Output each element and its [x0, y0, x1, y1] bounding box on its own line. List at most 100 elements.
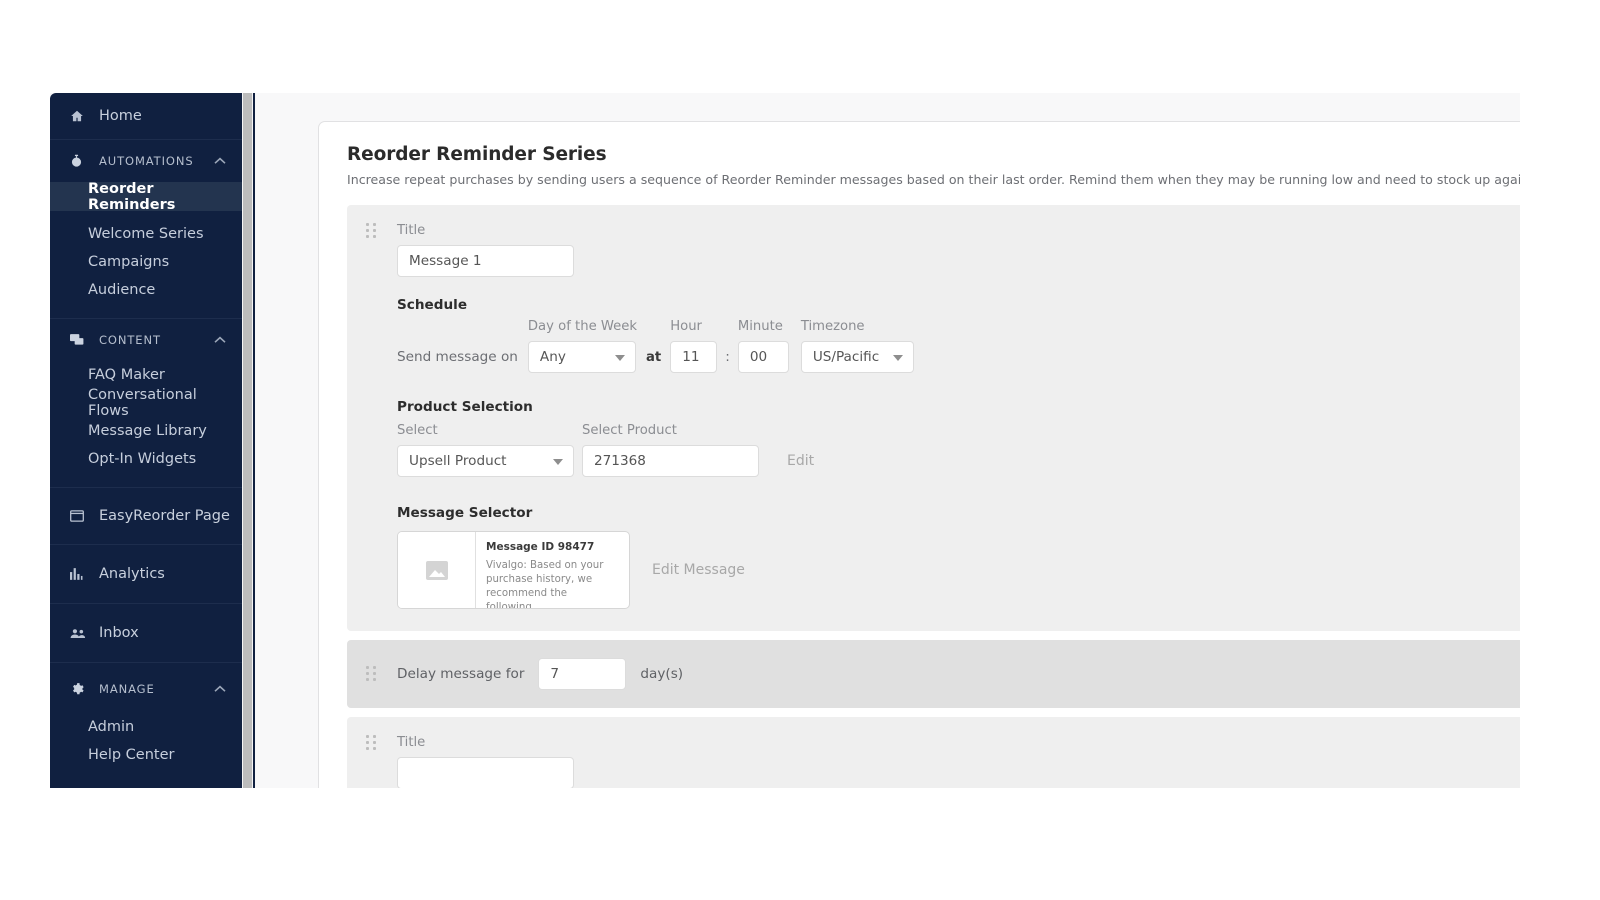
drag-handle-icon[interactable]	[366, 735, 377, 750]
product-selection-group: Product Selection Select Upsell Product	[397, 399, 1520, 477]
schedule-colon: :	[725, 349, 730, 373]
sidebar-item-easyreorder-page[interactable]: EasyReorder Page	[50, 488, 242, 544]
timezone-group: Timezone US/Pacific	[801, 319, 914, 373]
title-label: Title	[397, 223, 1520, 238]
home-icon	[70, 109, 90, 123]
sidebar-item-reorder-reminders[interactable]: Reorder Reminders	[50, 182, 242, 211]
chevron-up-icon	[214, 685, 226, 693]
select-product-label: Select Product	[582, 423, 759, 438]
message-thumbnail	[398, 532, 476, 608]
chevron-up-icon	[214, 157, 226, 165]
sidebar-item-easyreorder-page-label: EasyReorder Page	[99, 508, 230, 524]
sidebar-item-admin[interactable]: Admin	[50, 713, 242, 741]
sidebar-item-analytics[interactable]: Analytics	[50, 545, 242, 603]
message-preview-card[interactable]: Message ID 98477 Vivalgo: Based on your …	[397, 531, 630, 609]
app-stage: Home AUTOMATIONS Reorder Reminders	[50, 93, 1520, 788]
hour-input[interactable]	[670, 341, 717, 373]
edit-product-button[interactable]: Edit	[787, 453, 814, 469]
sidebar-item-admin-label: Admin	[88, 719, 134, 735]
minute-label: Minute	[738, 319, 789, 334]
page-subtitle: Increase repeat purchases by sending use…	[347, 172, 1520, 187]
sidebar-section-home: Home	[50, 93, 242, 140]
sidebar-item-faq-maker-label: FAQ Maker	[88, 367, 165, 383]
sidebar-scrollbar-thumb[interactable]	[243, 93, 252, 788]
schedule-prefix-label: Send message on	[397, 349, 518, 373]
sidebar-item-opt-in-widgets-label: Opt-In Widgets	[88, 451, 196, 467]
chevron-up-icon	[214, 336, 226, 344]
sidebar-group-content[interactable]: CONTENT	[50, 319, 242, 361]
day-of-week-value: Any	[540, 349, 566, 365]
sidebar-item-help-center[interactable]: Help Center	[50, 741, 242, 769]
sidebar-item-conversational-flows-label: Conversational Flows	[88, 387, 242, 419]
sidebar-group-automations-label: AUTOMATIONS	[99, 154, 214, 168]
sidebar-section-easyreorder: EasyReorder Page	[50, 488, 242, 545]
content-area: Reorder Reminder Series Increase repeat …	[255, 93, 1520, 788]
message-selector-group: Message Selector Message ID 98477 Vivalg…	[397, 505, 1520, 609]
select-type-dropdown[interactable]: Upsell Product	[397, 445, 574, 477]
sidebar-item-home[interactable]: Home	[50, 93, 242, 139]
sidebar-item-audience[interactable]: Audience	[50, 276, 242, 304]
stopwatch-icon	[70, 154, 90, 168]
sidebar-group-manage-label: MANAGE	[99, 682, 214, 696]
chevron-down-icon	[615, 355, 625, 361]
sidebar-item-welcome-series[interactable]: Welcome Series	[50, 220, 242, 248]
delay-unit-label: day(s)	[640, 666, 683, 682]
minute-group: Minute	[738, 319, 789, 373]
sidebar-group-content-label: CONTENT	[99, 333, 214, 347]
title-field-group: Title	[397, 735, 1520, 788]
minute-input[interactable]	[738, 341, 789, 373]
title-label: Title	[397, 735, 1520, 750]
message-card: Title Schedule Send message on Day of th…	[347, 205, 1520, 631]
app-root: Home AUTOMATIONS Reorder Reminders	[0, 0, 1600, 900]
title-input[interactable]	[397, 757, 574, 788]
edit-message-button[interactable]: Edit Message	[652, 562, 745, 578]
sidebar-group-automations[interactable]: AUTOMATIONS	[50, 140, 242, 182]
people-icon	[70, 628, 90, 639]
sidebar-item-opt-in-widgets[interactable]: Opt-In Widgets	[50, 445, 242, 473]
select-type-group: Select Upsell Product	[397, 423, 574, 477]
delay-days-input[interactable]	[538, 658, 626, 690]
message-preview-text: Vivalgo: Based on your purchase history,…	[486, 559, 619, 609]
bar-chart-icon	[70, 568, 90, 580]
sidebar-item-welcome-series-label: Welcome Series	[88, 226, 204, 242]
timezone-select[interactable]: US/Pacific	[801, 341, 914, 373]
drag-handle-icon[interactable]	[366, 223, 377, 238]
sidebar-group-manage[interactable]: MANAGE	[50, 665, 242, 713]
sidebar-item-help-center-label: Help Center	[88, 747, 174, 763]
sidebar-item-analytics-label: Analytics	[99, 566, 165, 582]
drag-handle-icon[interactable]	[366, 666, 377, 681]
title-input[interactable]	[397, 245, 574, 277]
sidebar-item-reorder-reminders-label: Reorder Reminders	[88, 181, 242, 213]
product-selection-row: Select Upsell Product Select Product	[397, 423, 1520, 477]
chevron-down-icon	[893, 355, 903, 361]
day-of-week-select[interactable]: Any	[528, 341, 636, 373]
sidebar-item-conversational-flows[interactable]: Conversational Flows	[50, 389, 242, 417]
day-of-week-group: Day of the Week Any	[528, 319, 637, 373]
sidebar-item-faq-maker[interactable]: FAQ Maker	[50, 361, 242, 389]
sidebar-item-home-label: Home	[99, 108, 142, 124]
sidebar-item-message-library[interactable]: Message Library	[50, 417, 242, 445]
delay-prefix-label: Delay message for	[397, 666, 524, 682]
message-preview-body: Message ID 98477 Vivalgo: Based on your …	[476, 532, 629, 608]
select-type-value: Upsell Product	[409, 453, 507, 469]
content-panel: Reorder Reminder Series Increase repeat …	[318, 121, 1520, 788]
sidebar-section-analytics: Analytics	[50, 545, 242, 604]
select-product-group: Select Product	[582, 423, 759, 477]
hour-group: Hour	[670, 319, 717, 373]
sidebar-section-automations: AUTOMATIONS Reorder Reminders Welcome Se…	[50, 140, 242, 319]
select-product-input[interactable]	[582, 445, 759, 477]
sidebar-item-campaigns[interactable]: Campaigns	[50, 248, 242, 276]
message-selector-heading: Message Selector	[397, 505, 1520, 521]
chat-bubbles-icon	[70, 334, 90, 347]
sidebar-scrollbar-track[interactable]	[242, 93, 253, 788]
message-id-label: Message ID 98477	[486, 541, 619, 553]
sidebar-item-inbox[interactable]: Inbox	[50, 604, 242, 662]
image-placeholder-icon	[426, 561, 448, 580]
sidebar-item-audience-label: Audience	[88, 282, 155, 298]
message-selector-row: Message ID 98477 Vivalgo: Based on your …	[397, 531, 1520, 609]
timezone-label: Timezone	[801, 319, 914, 334]
day-of-week-label: Day of the Week	[528, 319, 637, 334]
schedule-at-label: at	[646, 350, 661, 373]
chevron-down-icon	[553, 459, 563, 465]
sidebar-item-inbox-label: Inbox	[99, 625, 139, 641]
